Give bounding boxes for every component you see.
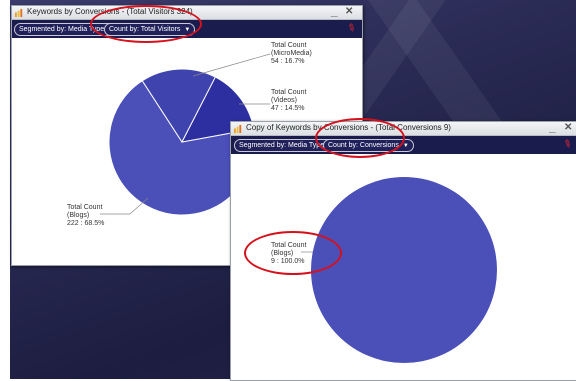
- leader-line-micromedia: [192, 53, 271, 77]
- slice-label-videos: Total Count (Videos) 47 : 14.5%: [271, 89, 307, 112]
- close-button[interactable]: ✕: [564, 122, 572, 133]
- annotation-circle-blogs-label: [244, 231, 342, 275]
- chart-app-icon: [15, 8, 23, 17]
- pin-icon[interactable]: ✎: [345, 22, 358, 36]
- annotation-circle-count-by-conversions: [315, 118, 405, 158]
- slice-label-micromedia: Total Count (MicroMedia) 54 : 16.7%: [271, 42, 312, 65]
- segment-dropdown-label: Segmented by: Media Type: [239, 142, 325, 149]
- pin-icon[interactable]: ✎: [561, 138, 574, 152]
- annotation-circle-count-by-total-visitors: [90, 5, 202, 43]
- chart-app-icon: [234, 124, 242, 133]
- minimize-button[interactable]: _: [549, 120, 556, 134]
- minimize-button[interactable]: _: [331, 4, 338, 18]
- pie-slice-blogs[interactable]: [311, 177, 497, 363]
- close-button[interactable]: ✕: [345, 6, 353, 17]
- slice-label-blogs: Total Count (Blogs) 222 : 68.5%: [67, 204, 105, 227]
